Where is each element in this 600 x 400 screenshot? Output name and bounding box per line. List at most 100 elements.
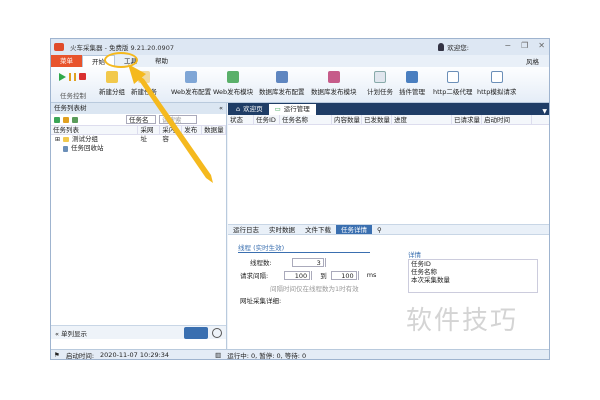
col-start-time[interactable]: 启动时间 [482, 115, 532, 124]
window-controls: − ❐ ✕ [504, 41, 545, 50]
interval-from-input[interactable]: 100 [284, 270, 313, 280]
start-icon[interactable] [59, 73, 66, 81]
search-field-select[interactable]: 任务名 [126, 115, 156, 124]
threads-spinner[interactable] [324, 257, 329, 267]
help-icon[interactable] [212, 328, 222, 338]
url-detail-label: 网址采集详细: [240, 297, 282, 305]
col-content[interactable]: 采内容 [160, 126, 183, 143]
threads-row: 线程数: 3 [250, 257, 326, 267]
folder-icon [106, 71, 118, 83]
interval-from-spinner[interactable] [311, 270, 315, 280]
detail-task-id: 任务ID [411, 260, 431, 268]
run-grid-header: 状态 任务ID 任务名称 内容数量 已发数量 进度 已请求量 启动时间 [228, 115, 549, 125]
tab-realtime-data[interactable]: 实时数据 [264, 225, 300, 234]
database-module-icon [327, 71, 340, 83]
col-published-count[interactable]: 已发数量 [362, 115, 392, 124]
col-progress[interactable]: 进度 [392, 115, 452, 124]
db-publish-config-button[interactable]: 数据库发布配置 [259, 69, 305, 101]
interval-row: 请求间隔: 100 到 100 ms [240, 270, 376, 280]
tree-item-recycle-bin[interactable]: 任务回收站 [51, 144, 226, 153]
task-control-group: 任务控制 [53, 69, 93, 101]
start-time-label: 启动时间: [65, 351, 95, 360]
run-grid-body[interactable] [228, 125, 549, 225]
task-tree-toolbar: 任务名 请搜索 [51, 114, 226, 126]
minimize-icon[interactable]: − [504, 41, 511, 50]
tab-file-download[interactable]: 文件下载 [300, 225, 336, 234]
tab-run-manager[interactable]: ▭ 运行管理 [268, 104, 316, 115]
http-proxy-icon [446, 71, 459, 83]
expand-icon[interactable] [72, 116, 78, 123]
folder-open-icon[interactable] [63, 116, 69, 123]
new-group-button[interactable]: 新建分组 [99, 69, 125, 101]
col-publish[interactable]: 发布 [182, 126, 203, 134]
app-logo-icon [54, 43, 64, 51]
pin-icon[interactable]: ⚲ [372, 225, 387, 234]
schedule-icon [374, 71, 386, 83]
threads-label: 线程数: [250, 259, 272, 267]
col-status[interactable]: 状态 [228, 115, 254, 124]
threads-input[interactable]: 3 [291, 257, 326, 267]
http-request-button[interactable]: http模拟请求 [477, 69, 516, 101]
interval-hint: 间隔时间仅在线程数为1时有效 [270, 285, 359, 293]
running-status: 运行中: 0, 暂停: 0, 等待: 0 [227, 351, 307, 360]
new-task-button[interactable]: 新建任务 [131, 69, 157, 101]
detail-collect-count: 本次采集数量 [411, 276, 450, 284]
window-title: 火车采集器 - 免费版 9.21.20.0907 [70, 44, 174, 52]
menu-help[interactable]: 帮助 [146, 55, 177, 67]
tab-welcome[interactable]: ⌂ 欢迎页 [230, 104, 269, 115]
thread-section-title: 线程 (实时生效) [238, 242, 370, 253]
col-url[interactable]: 采网址 [138, 126, 161, 143]
tab-dropdown-icon[interactable]: ▼ [542, 108, 547, 115]
tab-task-detail[interactable]: 任务详情 [336, 225, 372, 234]
web-publish-module-button[interactable]: Web发布模块 [213, 69, 253, 101]
pause-icon[interactable] [69, 73, 76, 81]
user-icon [438, 43, 445, 51]
stop-icon[interactable] [79, 73, 86, 80]
http-proxy-button[interactable]: http二级代理 [433, 69, 472, 101]
task-search-input[interactable]: 请搜索 [159, 115, 197, 124]
home-icon: ⌂ [236, 105, 241, 113]
task-control-label: 任务控制 [60, 92, 86, 100]
url-detail-row: 网址采集详细: [240, 295, 281, 305]
single-column-toggle[interactable]: « 单列显示 [51, 328, 87, 338]
web-publish-config-button[interactable]: Web发布配置 [171, 69, 211, 101]
add-icon[interactable] [54, 116, 60, 123]
collapse-panel-icon[interactable]: « [219, 103, 223, 114]
interval-to-label: 到 [320, 272, 327, 280]
col-content-count[interactable]: 内容数量 [332, 115, 362, 124]
expand-toggle-icon[interactable]: ⊞ [55, 135, 60, 144]
col-task-name[interactable]: 任务名称 [280, 115, 332, 124]
col-requests[interactable]: 已请求量 [452, 115, 482, 124]
tab-run-log[interactable]: 运行日志 [228, 225, 264, 234]
db-publish-module-button[interactable]: 数据库发布模块 [311, 69, 357, 101]
interval-label: 请求间隔: [240, 272, 269, 280]
col-task-list[interactable]: 任务列表 [51, 126, 139, 134]
task-tree-header: 任务列表 采网址 采内容 发布 数据量 [51, 126, 226, 143]
detail-list: 任务ID 任务名称 本次采集数量 [408, 259, 538, 293]
folder-icon [63, 137, 70, 142]
close-icon[interactable]: ✕ [538, 41, 545, 50]
web-config-icon [185, 71, 198, 83]
chart-icon: ▥ [215, 350, 222, 359]
plugin-manager-button[interactable]: 插件管理 [399, 69, 425, 101]
restore-icon[interactable]: ❐ [521, 41, 528, 50]
main-tabs: ⌂ 欢迎页 ▭ 运行管理 ▼ [228, 103, 549, 115]
status-bar: ⚑ 启动时间: 2020-11-07 10:29:34 ▥ 运行中: 0, 暂停… [51, 349, 549, 359]
welcome-text: 欢迎您: [447, 44, 469, 52]
col-count[interactable]: 数据量 [202, 126, 226, 134]
web-module-icon [227, 71, 240, 83]
scheduled-task-button[interactable]: 计划任务 [367, 69, 393, 101]
tree-view-button[interactable] [184, 327, 208, 339]
menu-file[interactable]: 菜单 [51, 55, 82, 67]
col-task-id[interactable]: 任务ID [254, 115, 280, 124]
user-area[interactable]: 欢迎您: [438, 42, 469, 52]
task-tree-footer: « 单列显示 [51, 325, 226, 339]
http-request-icon [490, 71, 503, 83]
tree-item-test-group[interactable]: ⊞ 测试分组 [51, 135, 226, 144]
interval-to-spinner[interactable] [357, 270, 362, 280]
document-icon [138, 71, 150, 83]
bottom-tabs: 运行日志 实时数据 文件下载 任务详情 ⚲ [228, 225, 549, 235]
start-time-value: 2020-11-07 10:29:34 [100, 350, 170, 359]
style-menu[interactable]: 风格 [526, 56, 539, 66]
interval-to-input[interactable]: 100 [330, 270, 359, 280]
